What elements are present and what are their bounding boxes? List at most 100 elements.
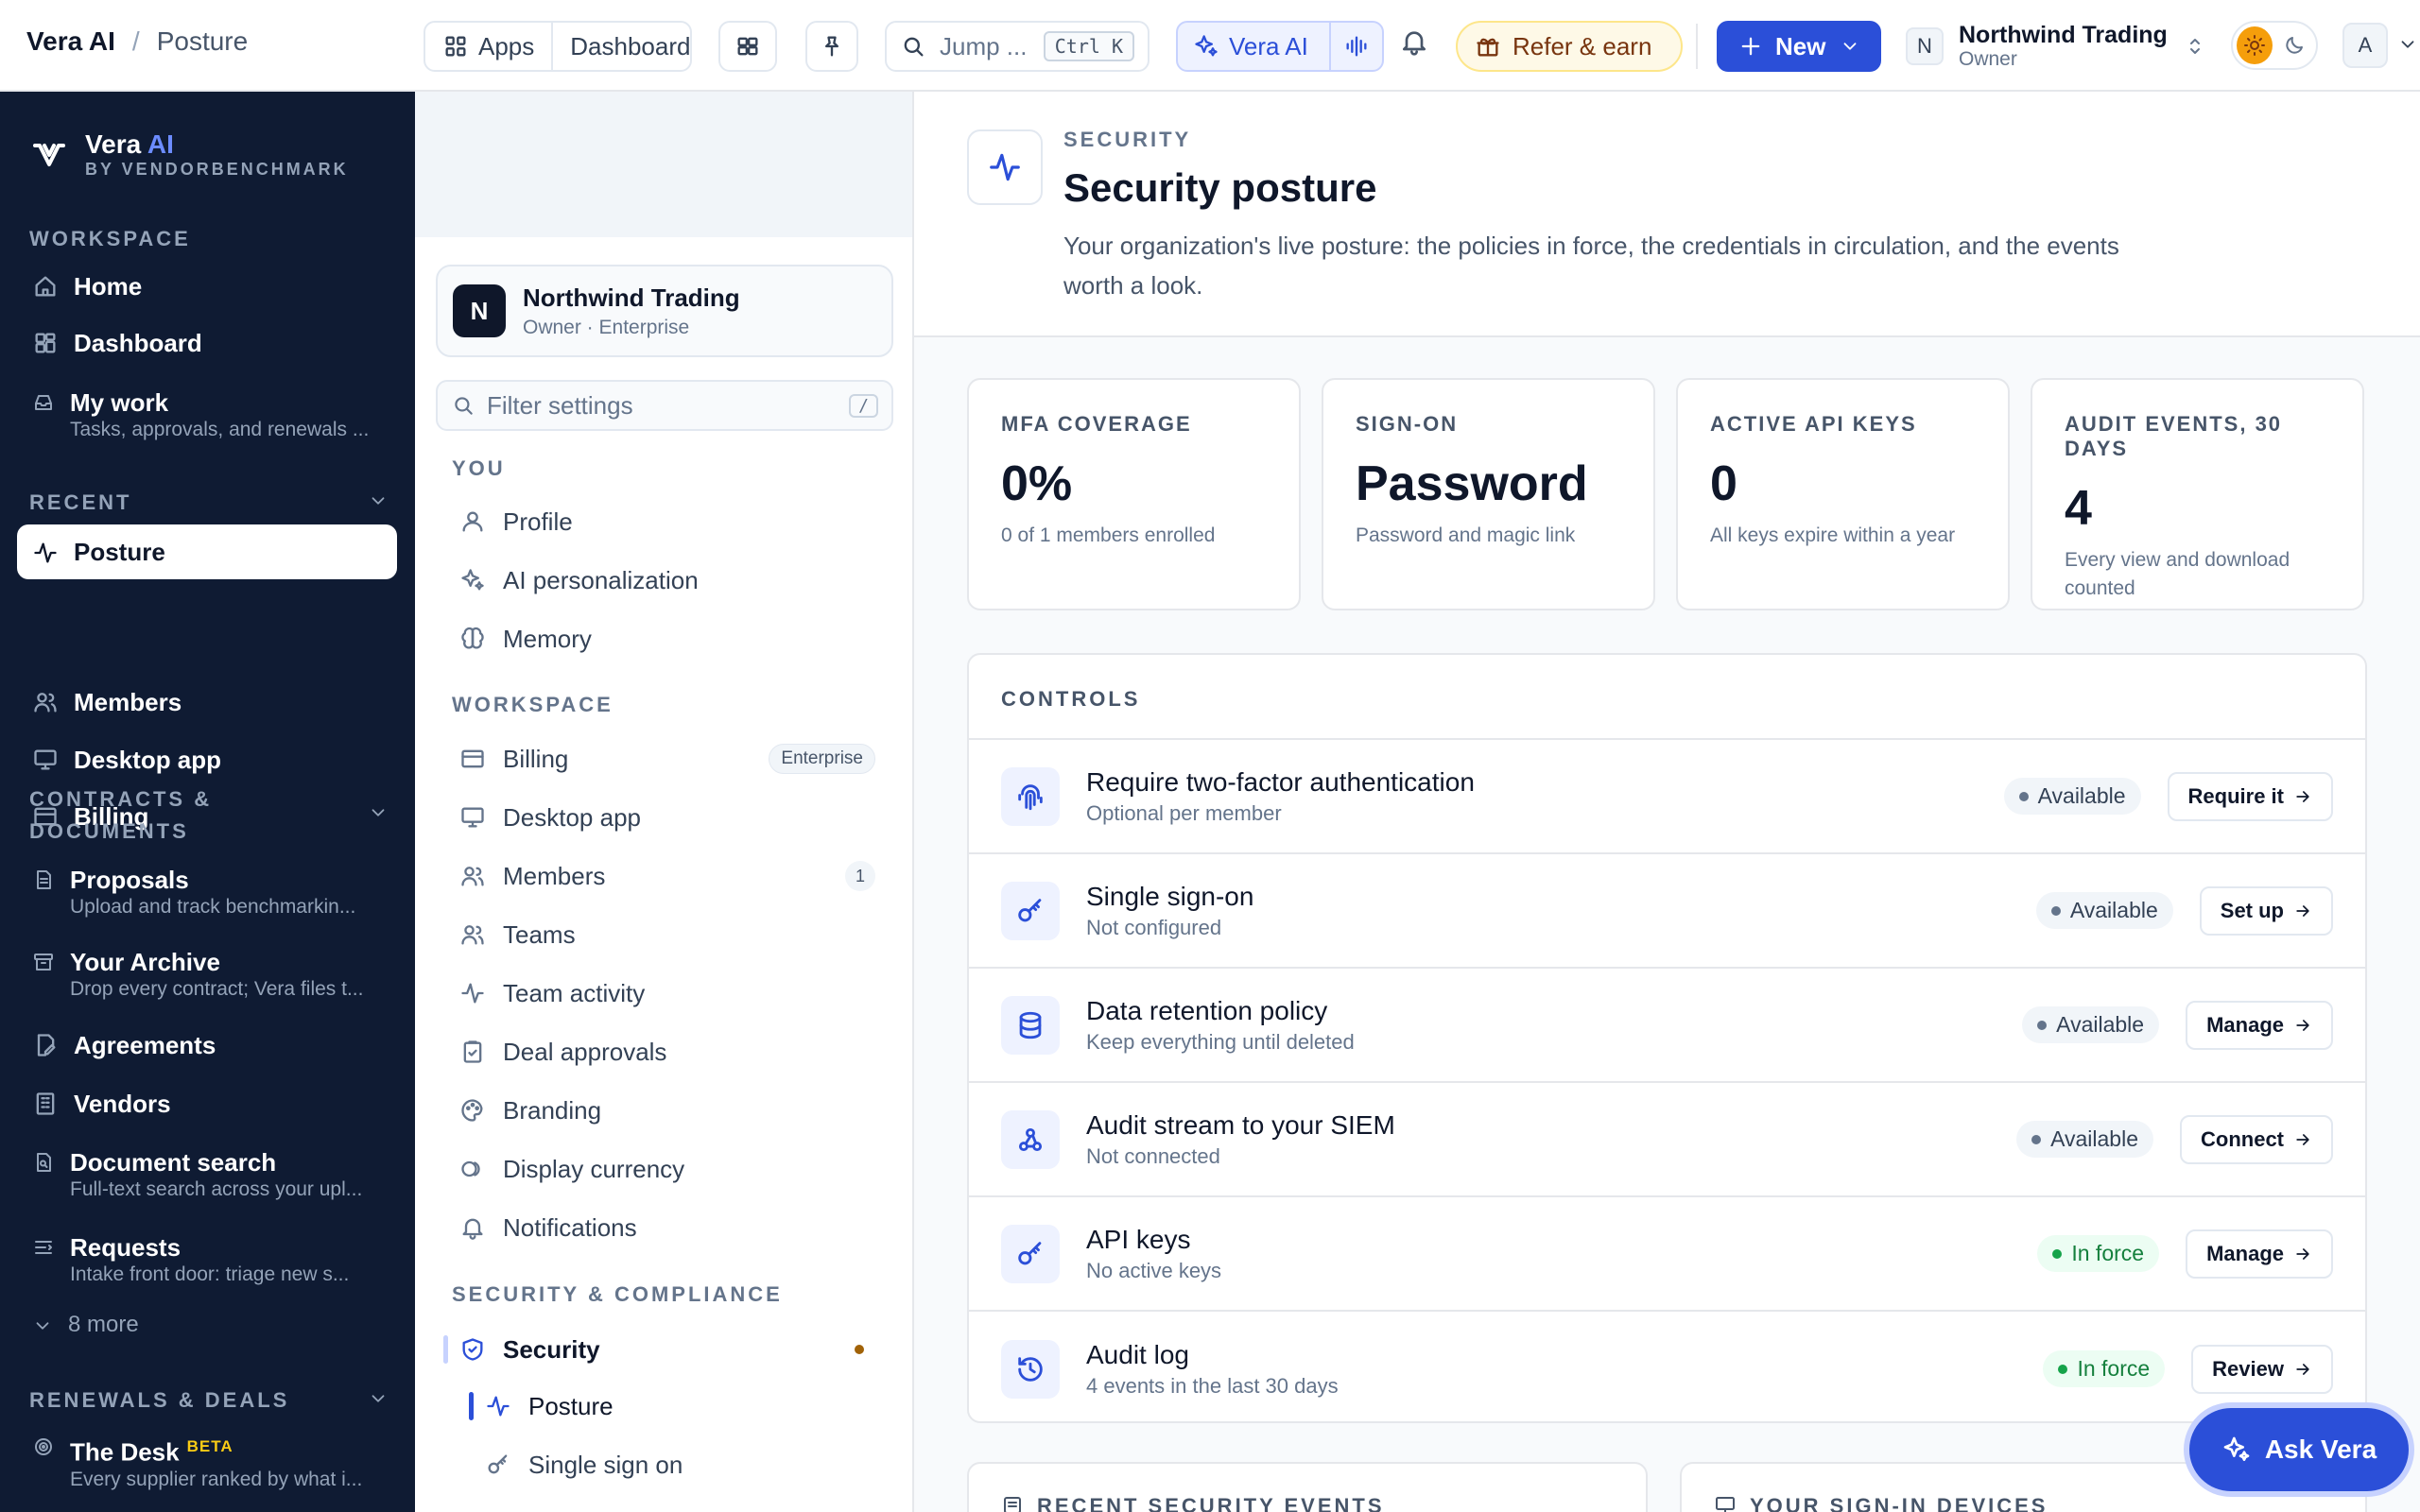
control-title: Audit stream to your SIEM xyxy=(1086,1109,1395,1140)
settings-org-meta: Owner · Enterprise xyxy=(523,316,690,338)
settings-org-card[interactable]: N Northwind Trading Owner · Enterprise xyxy=(436,265,893,357)
monitor-icon xyxy=(34,749,57,770)
sidebar-item-desktop-app[interactable]: Desktop app xyxy=(17,745,397,775)
sidebar-item-vendors[interactable]: Vendors xyxy=(17,1089,397,1119)
settings-item-security[interactable]: Security xyxy=(459,1331,875,1368)
settings-item-deal-approvals[interactable]: Deal approvals xyxy=(459,1033,875,1071)
top-bar: Vera AI / Posture Apps Dashboard Jump ..… xyxy=(0,0,2420,92)
sidebar-item-label: Proposals xyxy=(70,866,189,894)
sidebar-item-members[interactable]: Members xyxy=(17,687,397,717)
sidebar-item-label: Document search xyxy=(70,1148,277,1177)
control-row-two-factor: Require two-factor authentication Optiona… xyxy=(969,740,2365,854)
controls-heading: CONTROLS xyxy=(969,655,2365,740)
ask-vera-button[interactable]: Ask Vera xyxy=(2189,1408,2409,1491)
sidebar-item-label: Agreements xyxy=(74,1031,216,1059)
dashboard-icon xyxy=(35,333,56,353)
new-button[interactable]: New xyxy=(1717,21,1881,72)
stat-card-mfa-coverage: MFA COVERAGE 0% 0 of 1 members enrolled xyxy=(967,378,1301,610)
action-label: Manage xyxy=(2206,1241,2284,1265)
dashboard-button[interactable]: Dashboard xyxy=(553,32,707,61)
settings-item-notifications[interactable]: Notifications xyxy=(459,1209,875,1246)
pin-button[interactable] xyxy=(805,21,858,72)
brain-icon xyxy=(461,627,484,649)
org-switcher[interactable]: N Northwind Trading Owner xyxy=(1906,22,2206,70)
settings-item-branding[interactable]: Branding xyxy=(459,1091,875,1129)
require-it-button[interactable]: Require it xyxy=(2167,771,2333,821)
set-up-button[interactable]: Set up xyxy=(2199,885,2333,936)
refer-earn-label: Refer & earn xyxy=(1512,31,1652,60)
apps-button[interactable]: Apps xyxy=(425,23,554,70)
user-menu-chevron-icon[interactable] xyxy=(2397,34,2418,55)
dark-mode-option[interactable] xyxy=(2276,26,2312,64)
light-mode-option[interactable] xyxy=(2237,26,2273,64)
arrow-right-icon xyxy=(2296,1019,2309,1031)
review-button[interactable]: Review xyxy=(2191,1344,2333,1394)
control-row-audit-log: Audit log 4 events in the last 30 days In… xyxy=(969,1312,2365,1421)
control-title: Audit log xyxy=(1086,1339,1189,1369)
manage-api-keys-button[interactable]: Manage xyxy=(2186,1228,2333,1279)
refer-earn-button[interactable]: Refer & earn xyxy=(1456,21,1683,72)
arrow-right-icon xyxy=(2296,1133,2309,1145)
sidebar-item-home[interactable]: Home xyxy=(17,271,397,301)
settings-item-label: Billing xyxy=(503,744,569,773)
settings-item-members[interactable]: Members 1 xyxy=(459,857,875,895)
connect-button[interactable]: Connect xyxy=(2180,1114,2333,1164)
sidebar-more-toggle[interactable]: 8 more xyxy=(17,1312,397,1338)
sidebar-item-document-search[interactable]: Document search Full-text search across y… xyxy=(17,1147,397,1202)
renewals-heading[interactable]: RENEWALS & DEALS xyxy=(29,1388,389,1413)
action-label: Connect xyxy=(2201,1126,2284,1151)
breadcrumb: Vera AI / Posture xyxy=(26,26,248,57)
layout-button[interactable] xyxy=(718,21,777,72)
sparkle-icon xyxy=(2223,1436,2250,1461)
sidebar-item-proposals[interactable]: Proposals Upload and track benchmarkin... xyxy=(17,865,397,919)
activity-icon xyxy=(990,153,1020,181)
filter-settings-input[interactable]: Filter settings / xyxy=(436,380,893,431)
devices-heading: YOUR SIGN-IN DEVICES xyxy=(1750,1494,2048,1512)
settings-item-single-sign-on[interactable]: Single sign on xyxy=(485,1446,875,1484)
settings-item-desktop-app[interactable]: Desktop app xyxy=(459,799,875,836)
voice-button[interactable] xyxy=(1329,23,1382,70)
sidebar-item-requests[interactable]: Requests Intake front door: triage new s.… xyxy=(17,1232,397,1287)
stat-help: All keys expire within a year xyxy=(1710,524,1956,546)
settings-item-memory[interactable]: Memory xyxy=(459,620,875,658)
sidebar-item-agreements[interactable]: Agreements xyxy=(17,1030,397,1060)
settings-item-ai-personalization[interactable]: AI personalization xyxy=(459,561,875,599)
chevron-down-icon xyxy=(372,497,385,505)
breadcrumb-app[interactable]: Vera AI xyxy=(26,26,115,57)
user-icon xyxy=(462,511,483,532)
chevron-down-icon xyxy=(36,1322,49,1330)
manage-retention-button[interactable]: Manage xyxy=(2186,1000,2333,1050)
settings-item-profile[interactable]: Profile xyxy=(459,503,875,541)
control-row-single-sign-on: Single sign-on Not configured Available S… xyxy=(969,854,2365,969)
settings-item-teams[interactable]: Teams xyxy=(459,916,875,954)
brand[interactable]: Vera AI BY VENDORBENCHMARK xyxy=(30,129,349,180)
sidebar-item-posture[interactable]: Posture xyxy=(17,524,397,579)
sidebar-item-dashboard[interactable]: Dashboard xyxy=(17,328,397,358)
sidebar-item-the-desk[interactable]: The Desk BETA Every supplier ranked by wha… xyxy=(17,1432,397,1492)
activity-icon xyxy=(487,1396,510,1417)
sidebar-item-label: Posture xyxy=(74,538,165,566)
sidebar-item-your-archive[interactable]: Your Archive Drop every contract; Vera fi… xyxy=(17,947,397,1002)
status-dot xyxy=(2050,905,2061,916)
recent-heading[interactable]: RECENT xyxy=(29,490,389,515)
sidebar-item-my-work[interactable]: My work Tasks, approvals, and renewals ..… xyxy=(17,387,397,442)
vera-ai-button[interactable]: Vera AI xyxy=(1176,21,1384,72)
notifications-button[interactable] xyxy=(1399,26,1429,57)
status-label: In force xyxy=(2077,1356,2151,1381)
chevron-down-icon xyxy=(372,809,385,816)
control-title: Require two-factor authentication xyxy=(1086,766,1475,797)
settings-item-label: Branding xyxy=(503,1095,602,1125)
security-compliance-heading: SECURITY & COMPLIANCE xyxy=(452,1282,783,1306)
status-dot xyxy=(2052,1248,2063,1259)
sidebar-item-label: Desktop app xyxy=(74,746,222,774)
theme-toggle[interactable] xyxy=(2231,21,2318,70)
settings-item-display-currency[interactable]: Display currency xyxy=(459,1150,875,1188)
jump-search[interactable]: Jump ... Ctrl K xyxy=(885,21,1150,72)
user-avatar[interactable]: A xyxy=(2342,23,2388,68)
status-label: Available xyxy=(2069,898,2158,922)
contracts-heading[interactable]: CONTRACTS & DOCUMENTS xyxy=(29,783,389,848)
settings-item-team-activity[interactable]: Team activity xyxy=(459,974,875,1012)
settings-item-billing[interactable]: Billing Enterprise xyxy=(459,740,875,778)
settings-item-posture[interactable]: Posture xyxy=(485,1387,875,1425)
settings-item-label: Posture xyxy=(528,1391,614,1420)
